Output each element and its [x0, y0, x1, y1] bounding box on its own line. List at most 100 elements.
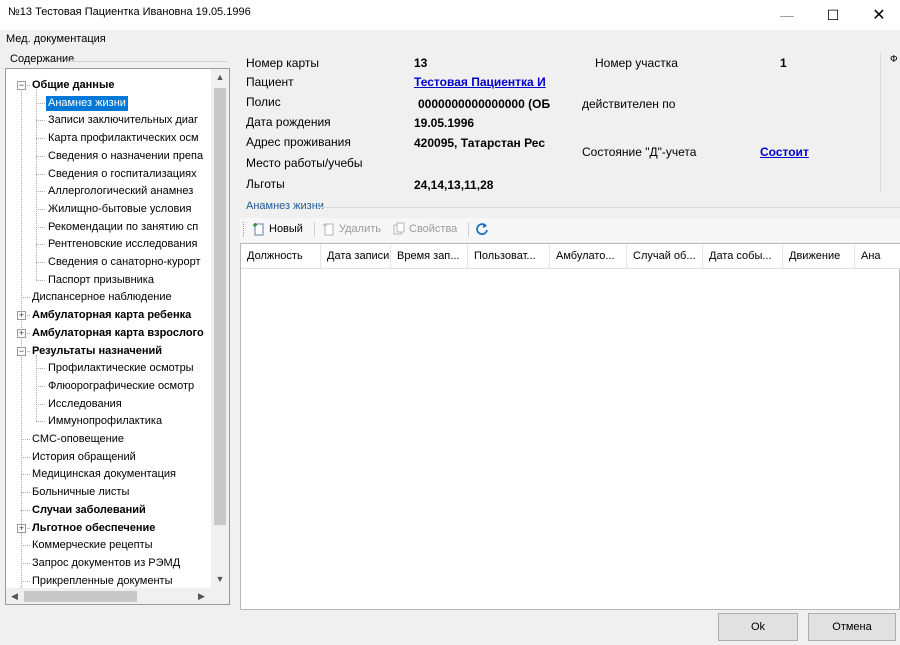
tree-item[interactable]: Паспорт призывника: [6, 272, 211, 289]
grid-header: Должность Дата записи Время зап... Пользова…: [241, 244, 900, 269]
grid-column-header[interactable]: Движение: [783, 244, 855, 269]
tree-item[interactable]: Рентгеновские исследования: [6, 236, 211, 253]
tree-item[interactable]: Запрос документов из РЭМД: [6, 555, 211, 572]
tree-item[interactable]: СМС-оповещение: [6, 431, 211, 448]
tree-item-label: Профилактические осмотры: [48, 362, 194, 375]
tree-item[interactable]: + Амбулаторная карта взрослого: [6, 325, 211, 342]
expand-icon[interactable]: +: [17, 523, 26, 533]
tree-connector: [21, 580, 30, 582]
tree-item-label: Анамнез жизни: [46, 95, 128, 111]
tree-item[interactable]: − Общие данные: [6, 77, 211, 94]
grid-column-header[interactable]: Дата собы...: [703, 244, 783, 269]
photo-label: Ф: [890, 54, 898, 65]
grid-column-header[interactable]: Должность: [241, 244, 321, 269]
expand-icon[interactable]: +: [17, 328, 26, 338]
vertical-scroll-thumb[interactable]: [214, 88, 226, 525]
collapse-icon[interactable]: −: [17, 346, 26, 356]
horizontal-scroll-thumb[interactable]: [24, 591, 137, 602]
tree-item[interactable]: История обращений: [6, 449, 211, 466]
tree-connector: [36, 244, 45, 246]
tree-item[interactable]: Диспансерное наблюдение: [6, 289, 211, 306]
tree-item[interactable]: Больничные листы: [6, 484, 211, 501]
horizontal-scrollbar[interactable]: ◀ ▶: [6, 588, 211, 604]
tree-item[interactable]: Профилактические осмотры: [6, 360, 211, 377]
tree-item-label: Запрос документов из РЭМД: [32, 556, 181, 569]
tree-item[interactable]: Случаи заболеваний: [6, 502, 211, 519]
cancel-button[interactable]: Отмена: [808, 613, 896, 641]
tree-connector: [36, 403, 45, 405]
tree-item[interactable]: Сведения о назначении препа: [6, 148, 211, 165]
tree-item-label: Флюорографические осмотр: [48, 379, 195, 392]
tree-item[interactable]: Аллергологический анамнез: [6, 183, 211, 200]
maximize-button[interactable]: ☐: [810, 0, 856, 30]
grid-column-header[interactable]: Время зап...: [391, 244, 468, 269]
records-grid[interactable]: Должность Дата записи Время зап... Пользова…: [240, 243, 900, 610]
tree-item-label: Прикрепленные документы: [32, 574, 173, 587]
tree-item[interactable]: + Льготное обеспечение: [6, 520, 211, 537]
tree-item-label: Сведения о назначении препа: [48, 149, 204, 162]
benefits-value: 24,14,13,11,28: [414, 178, 494, 192]
d-status-link[interactable]: Состоит: [760, 145, 809, 159]
tree-item-label: История обращений: [32, 450, 136, 463]
tree-item-label: Карта профилактических осм: [48, 132, 199, 145]
tree-item[interactable]: Записи заключительных диаг: [6, 112, 211, 129]
expand-icon[interactable]: +: [17, 311, 26, 321]
tree-item[interactable]: − Результаты назначений: [6, 343, 211, 360]
menu-item-med-docs[interactable]: Мед. документация: [6, 33, 106, 45]
tree-item-label: Записи заключительных диаг: [48, 114, 199, 127]
sidebar-title-line: [67, 61, 227, 62]
tree-connector: [36, 208, 45, 210]
tree-item[interactable]: Исследования: [6, 396, 211, 413]
close-button[interactable]: ✕: [856, 0, 900, 30]
scroll-down-icon[interactable]: ▼: [211, 571, 229, 588]
valid-until-label: действителен по: [582, 97, 676, 111]
vertical-scrollbar[interactable]: ▲ ▼: [211, 69, 229, 588]
delete-button-label: Удалить: [339, 223, 381, 235]
grid-column-header[interactable]: Пользоват...: [468, 244, 550, 269]
tree-connector: [36, 191, 45, 193]
tree-item[interactable]: Иммунопрофилактика: [6, 413, 211, 430]
refresh-icon: [476, 223, 488, 235]
tree-item[interactable]: Сведения о госпитализациях: [6, 166, 211, 183]
tree-item[interactable]: Медицинская документация: [6, 466, 211, 483]
refresh-button[interactable]: [475, 222, 489, 236]
tree-item-label: Амбулаторная карта взрослого: [32, 326, 204, 339]
ok-button[interactable]: Ok: [718, 613, 798, 641]
grid-column-header[interactable]: Ана: [855, 244, 900, 269]
properties-button[interactable]: Свойства: [392, 222, 457, 236]
grid-column-header[interactable]: Амбулато...: [550, 244, 627, 269]
toolbar-grip[interactable]: [243, 222, 246, 237]
tree-item[interactable]: Жилищно-бытовые условия: [6, 201, 211, 218]
tree-item[interactable]: Прикрепленные документы: [6, 573, 211, 588]
tree-connector: [36, 138, 45, 140]
tree-connector: [21, 562, 30, 564]
scroll-left-icon[interactable]: ◀: [6, 588, 23, 604]
tree-item[interactable]: Карта профилактических осм: [6, 130, 211, 147]
tree-view[interactable]: − Общие данные Анамнез жизни Записи заключи…: [5, 68, 230, 605]
minimize-button[interactable]: —: [764, 0, 810, 30]
tree-connector: [36, 120, 45, 122]
tree-connector: [36, 155, 45, 157]
collapse-icon[interactable]: −: [17, 81, 26, 90]
scroll-up-icon[interactable]: ▲: [211, 69, 229, 86]
tree-item[interactable]: Анамнез жизни: [6, 95, 211, 112]
tree-connector: [36, 226, 45, 228]
patient-link[interactable]: Тестовая Пациентка И: [414, 75, 578, 89]
tree-item[interactable]: + Амбулаторная карта ребенка: [6, 307, 211, 324]
toolbar-separator: [468, 222, 469, 237]
window-title: №13 Тестовая Пациентка Ивановна 19.05.19…: [8, 6, 251, 18]
tree-item[interactable]: Флюорографические осмотр: [6, 378, 211, 395]
tree-item[interactable]: Рекомендации по занятию сп: [6, 219, 211, 236]
tree-item-label: Рекомендации по занятию сп: [48, 220, 199, 233]
scroll-right-icon[interactable]: ▶: [193, 588, 210, 604]
new-document-icon: [253, 223, 264, 236]
tree-item-label: Исследования: [48, 397, 122, 410]
grid-column-header[interactable]: Случай об...: [627, 244, 703, 269]
tree-item[interactable]: Коммерческие рецепты: [6, 537, 211, 554]
menu-bar: Мед. документация: [0, 30, 900, 48]
grid-column-header[interactable]: Дата записи: [321, 244, 391, 269]
tree-item-label: Результаты назначений: [32, 344, 162, 357]
new-button[interactable]: Новый: [252, 222, 303, 236]
delete-button[interactable]: Удалить: [322, 222, 381, 236]
tree-item[interactable]: Сведения о санаторно-курорт: [6, 254, 211, 271]
